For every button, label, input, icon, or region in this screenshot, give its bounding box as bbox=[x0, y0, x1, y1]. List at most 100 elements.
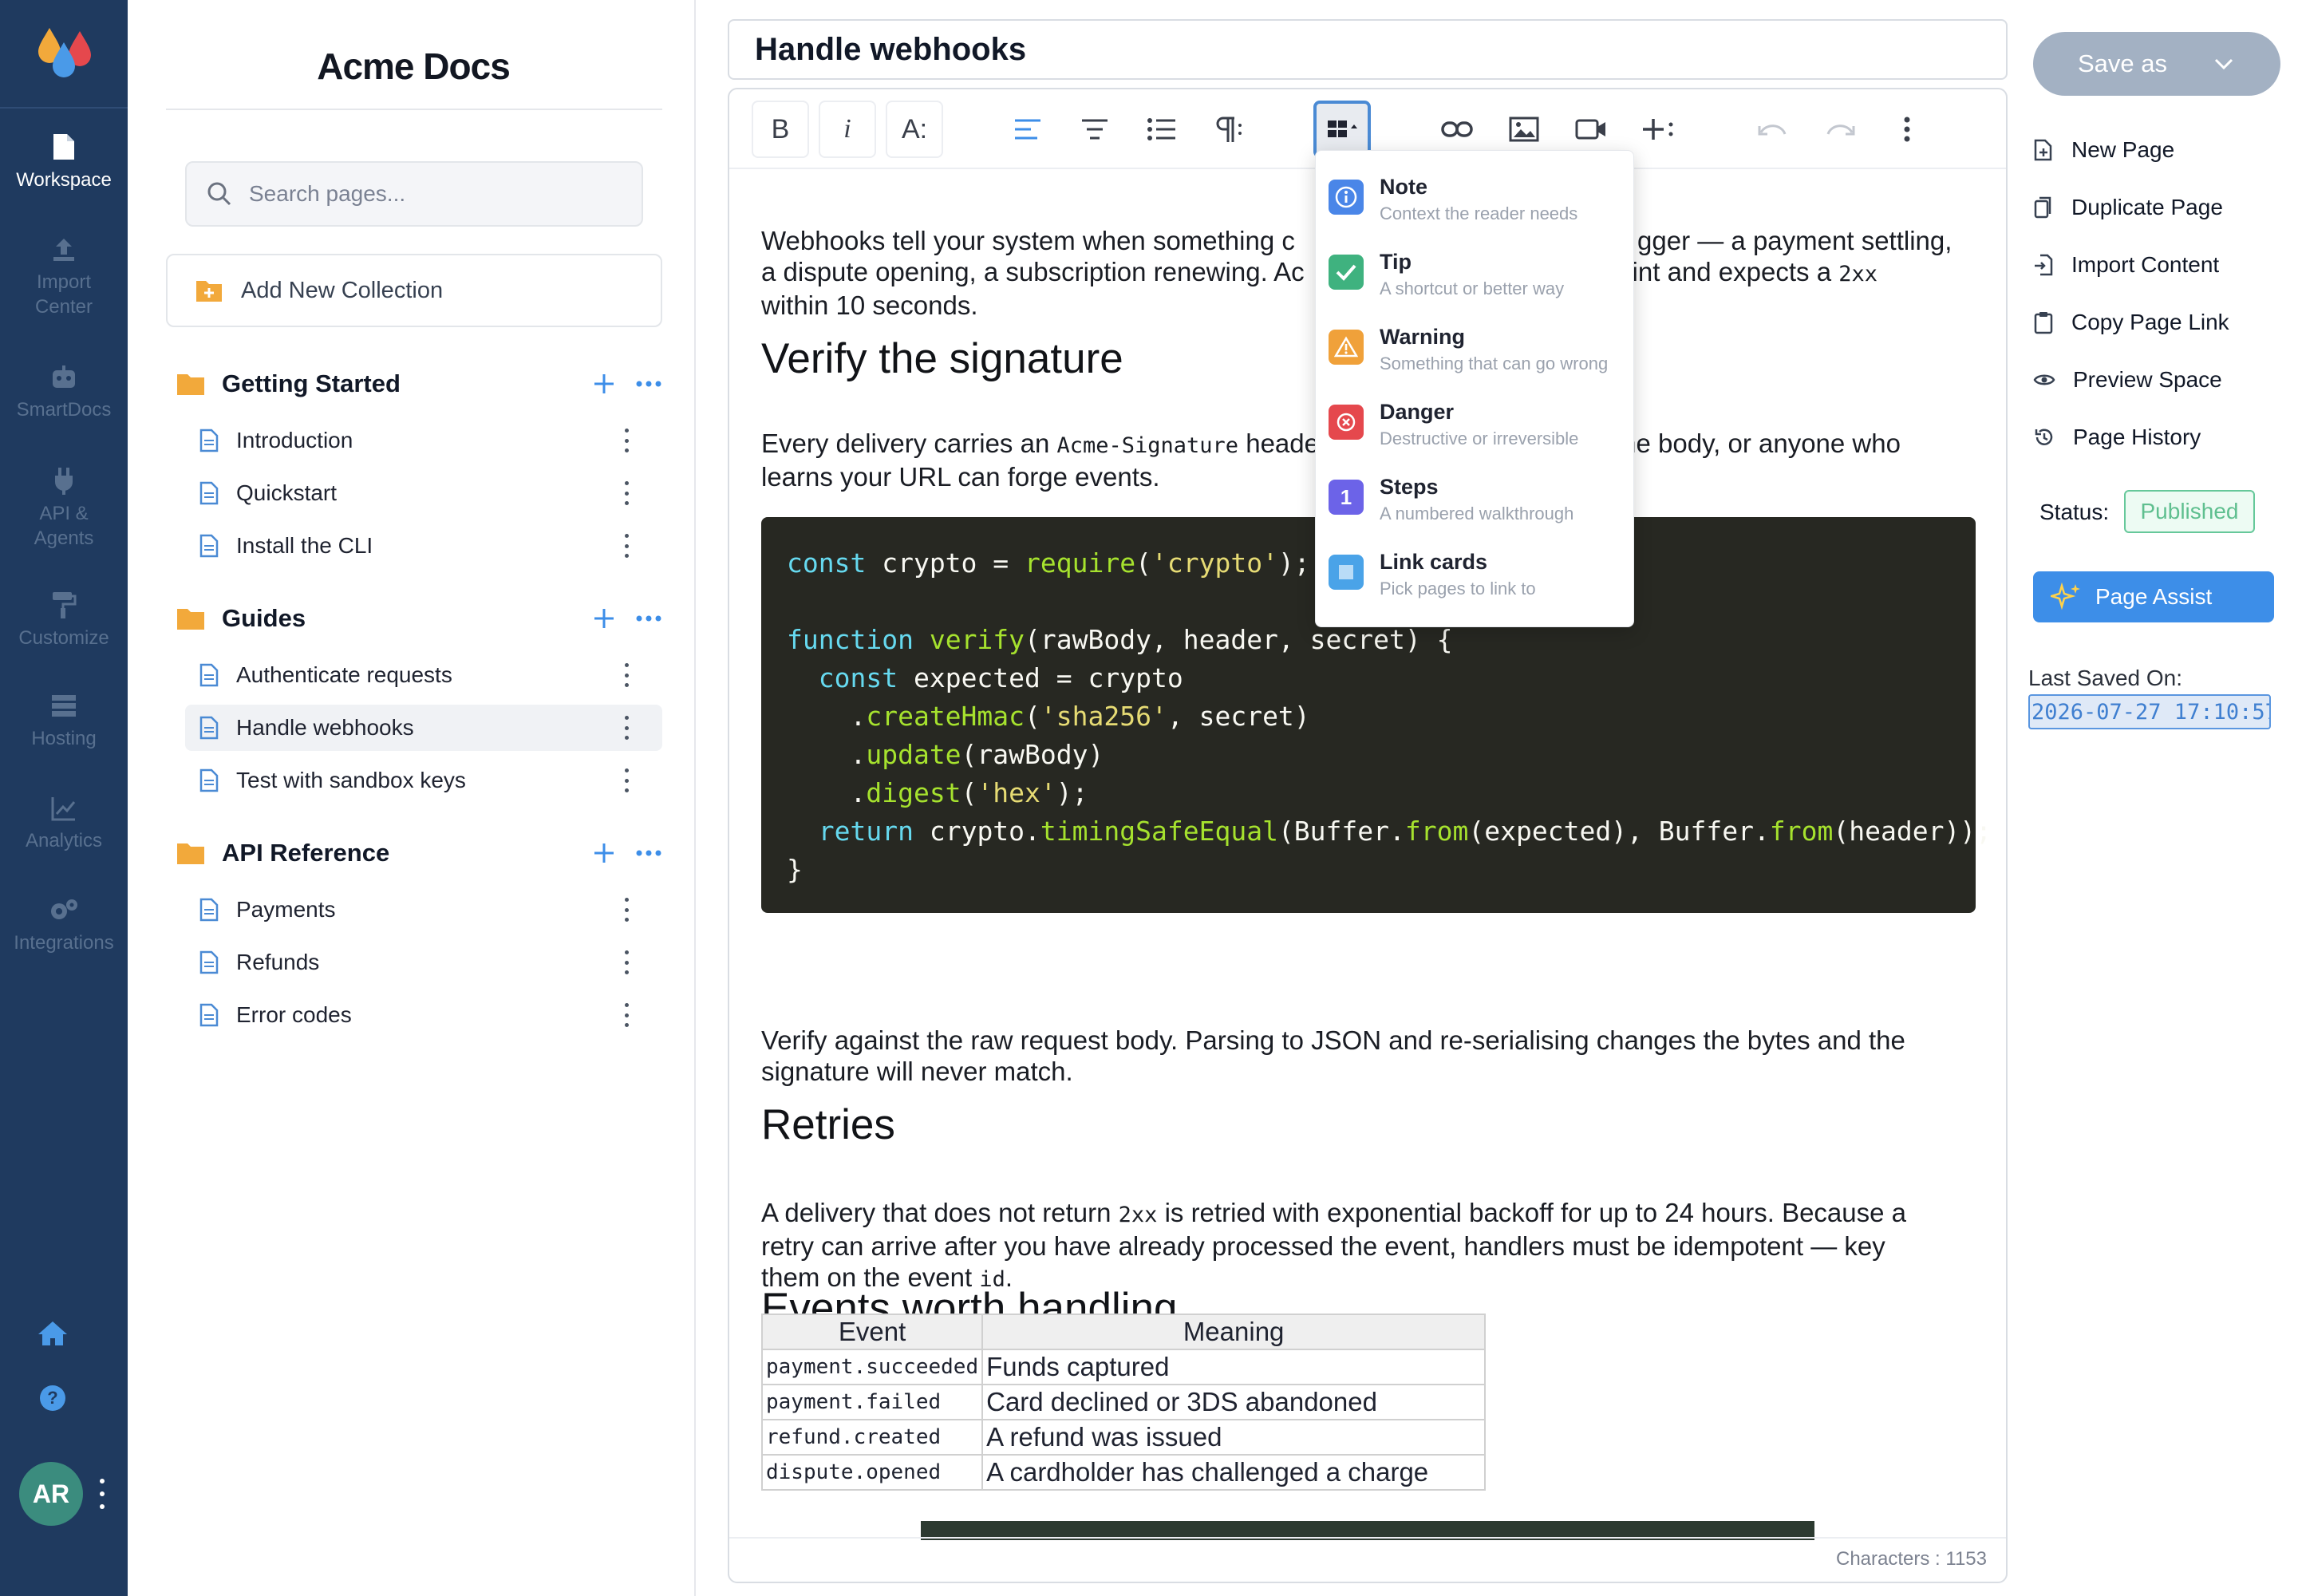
add-page-icon[interactable] bbox=[592, 841, 616, 865]
table-row: refund.created A refund was issued bbox=[760, 1419, 1487, 1456]
page-item[interactable]: Install the CLI bbox=[185, 523, 662, 569]
rail-item-workspace[interactable]: Workspace bbox=[0, 132, 128, 192]
page-menu-icon[interactable] bbox=[622, 898, 630, 922]
redo-button[interactable] bbox=[1811, 101, 1869, 158]
clipboard-icon bbox=[2034, 312, 2053, 334]
page-menu-icon[interactable] bbox=[622, 429, 630, 452]
character-count: Characters : 1153 bbox=[1836, 1548, 1987, 1570]
page-menu-icon[interactable] bbox=[622, 768, 630, 792]
rail-item-import-center[interactable]: Import Center bbox=[0, 236, 128, 319]
more-horizontal-icon[interactable] bbox=[635, 606, 662, 630]
app-logo[interactable] bbox=[0, 0, 128, 109]
page-assist-button[interactable]: Page Assist bbox=[2033, 571, 2274, 622]
rail-item-label: Workspace bbox=[16, 169, 112, 191]
more-horizontal-icon[interactable] bbox=[635, 841, 662, 865]
callout-title: Warning bbox=[1380, 325, 1465, 349]
table-header: Event bbox=[760, 1314, 984, 1350]
collection-getting-started[interactable]: Getting Started bbox=[176, 364, 662, 404]
duplicate-page-button[interactable]: Duplicate Page bbox=[2033, 190, 2223, 225]
user-menu-button[interactable] bbox=[94, 1475, 110, 1513]
page-title-field[interactable]: Handle webhooks bbox=[728, 19, 2008, 80]
more-horizontal-icon[interactable] bbox=[635, 372, 662, 396]
page-item[interactable]: Error codes bbox=[185, 992, 662, 1038]
page-title[interactable]: Handle webhooks bbox=[755, 32, 1026, 68]
collection-api-reference[interactable]: API Reference bbox=[176, 833, 662, 873]
callout-option-warning[interactable]: Warning Something that can go wrong bbox=[1329, 322, 1622, 390]
rail-item-integrations[interactable]: Integrations bbox=[0, 897, 128, 955]
rail-item-label: SmartDocs bbox=[16, 399, 112, 421]
status-badge[interactable]: Published bbox=[2124, 490, 2255, 533]
font-size-button[interactable]: A: bbox=[886, 101, 943, 158]
paragraph-button[interactable] bbox=[1200, 101, 1258, 158]
rail-item-hosting[interactable]: Hosting bbox=[0, 693, 128, 751]
last-saved-field[interactable] bbox=[2028, 694, 2271, 729]
page-history-button[interactable]: Page History bbox=[2033, 420, 2201, 455]
after-code-paragraph: Verify against the raw request body. Par… bbox=[761, 1025, 1982, 1087]
page-item-selected[interactable]: Handle webhooks bbox=[185, 705, 662, 751]
search-box[interactable] bbox=[185, 161, 643, 227]
undo-button[interactable] bbox=[1744, 101, 1802, 158]
help-icon[interactable]: ? bbox=[35, 1381, 70, 1416]
add-page-icon[interactable] bbox=[592, 606, 616, 630]
page-icon bbox=[199, 663, 219, 687]
app-rail: Workspace Import Center SmartDocs API & Ag… bbox=[0, 0, 128, 1596]
preview-space-button[interactable]: Preview Space bbox=[2033, 362, 2222, 397]
page-menu-icon[interactable] bbox=[622, 1003, 630, 1027]
chevron-down-icon bbox=[2214, 58, 2233, 70]
insert-button[interactable] bbox=[1629, 101, 1687, 158]
save-as-button[interactable]: Save as bbox=[2033, 32, 2280, 96]
add-page-icon[interactable] bbox=[592, 372, 616, 396]
align-left-button[interactable] bbox=[999, 101, 1056, 158]
page-item[interactable]: Quickstart bbox=[185, 470, 662, 516]
rail-item-api-agents[interactable]: API & Agents bbox=[0, 466, 128, 551]
page-menu-icon[interactable] bbox=[622, 534, 630, 558]
numbered-list-icon bbox=[1147, 118, 1175, 140]
page-menu-icon[interactable] bbox=[622, 716, 630, 740]
import-content-button[interactable]: Import Content bbox=[2033, 247, 2219, 282]
callout-option-danger[interactable]: Danger Destructive or irreversible bbox=[1329, 397, 1622, 465]
action-label: Copy Page Link bbox=[2071, 310, 2229, 334]
new-page-button[interactable]: New Page bbox=[2033, 132, 2174, 168]
search-input[interactable] bbox=[249, 181, 616, 207]
folder-icon bbox=[177, 843, 204, 864]
collection-guides[interactable]: Guides bbox=[176, 598, 662, 638]
chart-icon bbox=[51, 797, 76, 821]
callout-title: Note bbox=[1380, 175, 1427, 199]
bold-button[interactable]: B bbox=[752, 101, 809, 158]
page-item[interactable]: Payments bbox=[185, 887, 662, 933]
page-item[interactable]: Authenticate requests bbox=[185, 652, 662, 698]
page-item[interactable]: Introduction bbox=[185, 417, 662, 464]
more-button[interactable] bbox=[1878, 101, 1936, 158]
retries-paragraph: A delivery that does not return 2xx is r… bbox=[761, 1197, 1982, 1295]
rail-item-analytics[interactable]: Analytics bbox=[0, 795, 128, 853]
table-row: payment.failed Card declined or 3DS aband… bbox=[760, 1384, 1487, 1420]
rail-item-customize[interactable]: Customize bbox=[0, 591, 128, 650]
page-item[interactable]: Refunds bbox=[185, 939, 662, 986]
text: A delivery that does not return bbox=[761, 1198, 1111, 1227]
list-button[interactable] bbox=[1133, 101, 1190, 158]
italic-button[interactable]: i bbox=[819, 101, 876, 158]
home-icon[interactable] bbox=[35, 1317, 70, 1352]
collection-title: API Reference bbox=[222, 839, 390, 867]
callout-option-tip[interactable]: Tip A shortcut or better way bbox=[1329, 247, 1622, 315]
pages-sidebar: Acme Docs Add New Collection Getting Sta… bbox=[128, 0, 696, 1596]
copy-page-link-button[interactable]: Copy Page Link bbox=[2033, 305, 2229, 340]
user-avatar[interactable]: AR bbox=[19, 1462, 83, 1526]
callout-option-note[interactable]: Note Context the reader needs bbox=[1329, 172, 1622, 240]
action-label: Import Content bbox=[2071, 252, 2220, 277]
callout-option-steps[interactable]: 1 Steps A numbered walkthrough bbox=[1329, 472, 1622, 540]
align-center-button[interactable] bbox=[1066, 101, 1123, 158]
page-item[interactable]: Test with sandbox keys bbox=[185, 757, 662, 804]
workspace-title: Acme Docs bbox=[317, 45, 511, 87]
callout-option-link-cards[interactable]: Link cards Pick pages to link to bbox=[1329, 547, 1622, 615]
table-cell: payment.failed bbox=[760, 1384, 984, 1420]
callout-subtitle: Destructive or irreversible bbox=[1380, 429, 1579, 448]
rail-item-smartdocs[interactable]: SmartDocs bbox=[0, 364, 128, 422]
table-row: dispute.opened A cardholder has challenge… bbox=[760, 1454, 1487, 1491]
page-menu-icon[interactable] bbox=[622, 950, 630, 974]
add-collection-button[interactable]: Add New Collection bbox=[166, 254, 662, 327]
bold-icon: B bbox=[771, 113, 790, 144]
collection-title: Getting Started bbox=[222, 369, 401, 397]
page-menu-icon[interactable] bbox=[622, 481, 630, 505]
page-menu-icon[interactable] bbox=[622, 663, 630, 687]
